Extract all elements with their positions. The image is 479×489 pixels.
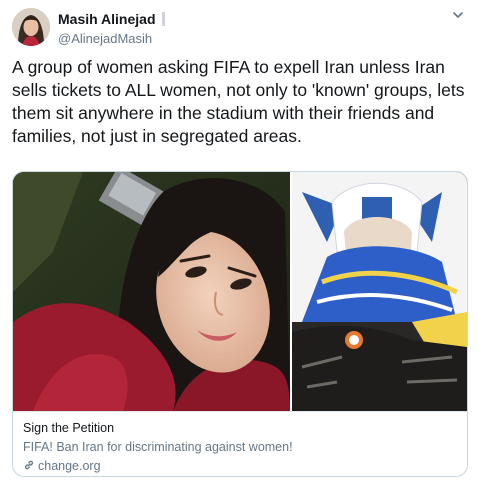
author-handle[interactable]: @AlinejadMasih	[58, 30, 165, 48]
avatar[interactable]	[12, 8, 50, 46]
tweet-text: A group of women asking FIFA to expell I…	[12, 57, 465, 146]
avatar-image	[12, 8, 50, 46]
more-caret-icon[interactable]	[451, 8, 465, 22]
card-image-fan-blue-scarf	[292, 172, 467, 411]
card-footer[interactable]: Sign the Petition FIFA! Ban Iran for dis…	[13, 411, 467, 476]
card-title[interactable]: Sign the Petition	[23, 420, 457, 436]
author-display-name[interactable]: Masih Alinejad	[58, 11, 156, 27]
card-domain[interactable]: change.org	[38, 459, 101, 473]
card-image-woman-red-scarf	[13, 172, 290, 411]
verified-mark	[161, 12, 165, 26]
card-domain-row[interactable]: change.org	[23, 458, 457, 474]
card-description: FIFA! Ban Iran for discriminating agains…	[23, 440, 293, 454]
link-icon	[24, 460, 34, 470]
author-block[interactable]: Masih Alinejad @AlinejadMasih	[58, 10, 165, 48]
link-card[interactable]: Sign the Petition FIFA! Ban Iran for dis…	[12, 171, 468, 477]
tweet: Masih Alinejad @AlinejadMasih A group of…	[0, 0, 479, 489]
